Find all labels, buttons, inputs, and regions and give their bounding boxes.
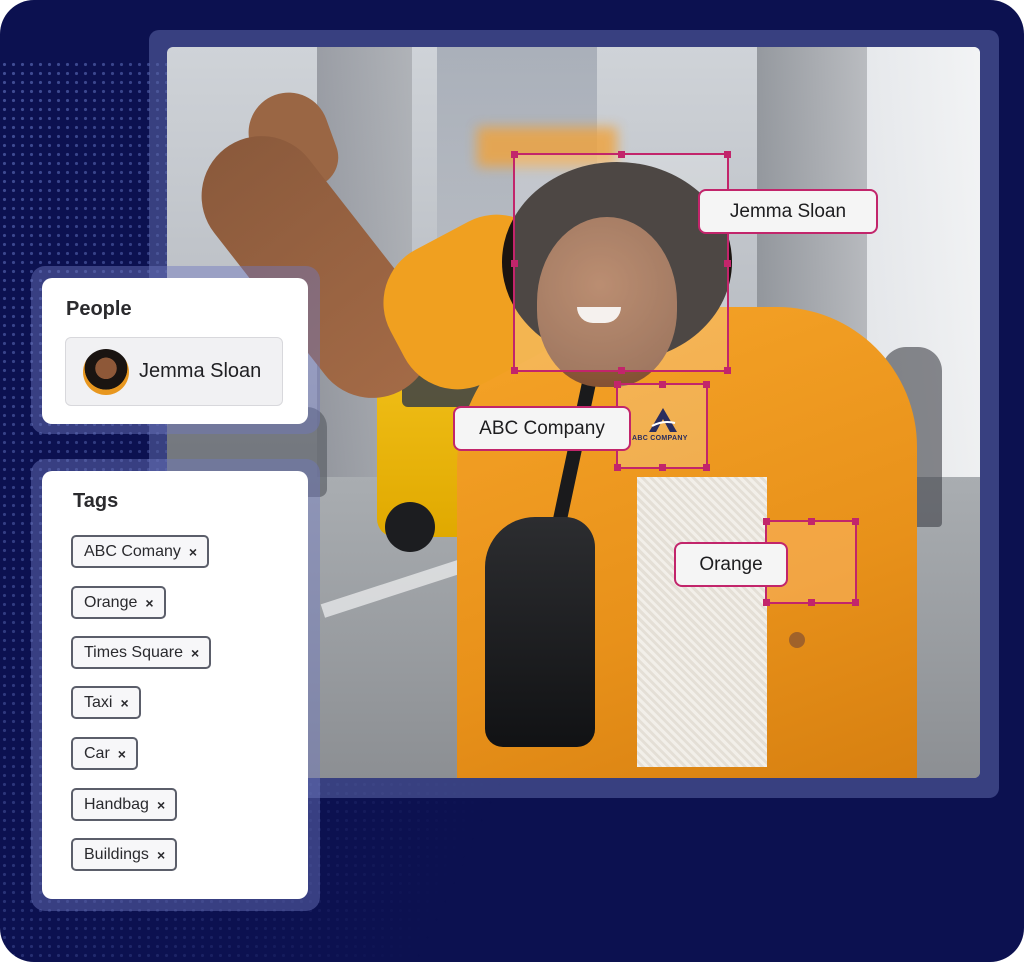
close-icon[interactable]: × <box>157 797 165 813</box>
tag-label: Times Square <box>84 643 183 661</box>
tag-times-square[interactable]: Times Square × <box>71 636 212 669</box>
person-chip-jemma-sloan[interactable]: Jemma Sloan <box>65 337 283 406</box>
tag-taxi[interactable]: Taxi × <box>71 686 141 719</box>
tag-car[interactable]: Car × <box>71 737 138 770</box>
tag-handbag[interactable]: Handbag × <box>71 788 178 821</box>
tag-buildings[interactable]: Buildings × <box>71 838 178 871</box>
tag-label: Car <box>84 744 110 762</box>
tag-label: ABC Comany <box>84 542 181 560</box>
black-handbag <box>485 517 595 747</box>
tag-label: Buildings <box>84 845 149 863</box>
logo-detection-label[interactable]: ABC Company <box>453 406 631 451</box>
close-icon[interactable]: × <box>157 847 165 863</box>
person-name: Jemma Sloan <box>139 360 262 382</box>
jacket-button <box>789 632 805 648</box>
white-sweater <box>637 477 767 767</box>
tag-orange[interactable]: Orange × <box>71 586 166 619</box>
face-detection-label[interactable]: Jemma Sloan <box>698 189 878 234</box>
close-icon[interactable]: × <box>189 544 197 560</box>
tag-label: Handbag <box>84 795 149 813</box>
tags-panel: Tags ABC Comany × Orange × Times Square … <box>42 471 308 899</box>
tag-abc-comany[interactable]: ABC Comany × <box>71 535 210 568</box>
close-icon[interactable]: × <box>191 645 199 661</box>
tag-label: Taxi <box>84 693 113 711</box>
close-icon[interactable]: × <box>118 746 126 762</box>
hero-stage: ABC COMPANY Jemma Sloan ABC Company Oran… <box>0 0 1024 962</box>
logo-text: ABC COMPANY <box>632 435 688 442</box>
taxi-wheel <box>385 502 435 552</box>
orange-detection-label[interactable]: Orange <box>674 542 788 587</box>
close-icon[interactable]: × <box>120 695 128 711</box>
tags-panel-title: Tags <box>73 490 119 512</box>
abc-company-logo-icon <box>649 408 677 432</box>
face-detection-box[interactable] <box>511 151 731 374</box>
people-panel-title: People <box>66 298 132 320</box>
close-icon[interactable]: × <box>145 595 153 611</box>
people-panel: People Jemma Sloan <box>42 278 308 424</box>
avatar <box>83 348 129 395</box>
tag-label: Orange <box>84 593 138 611</box>
